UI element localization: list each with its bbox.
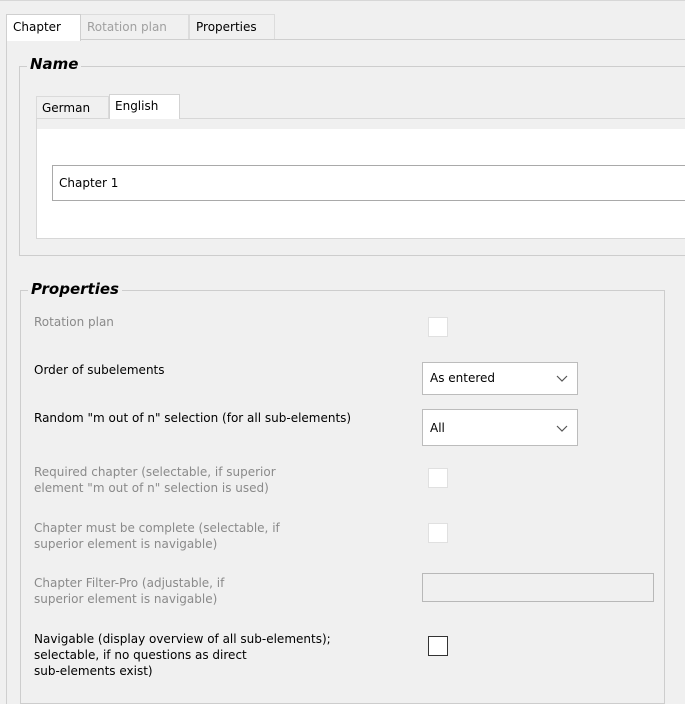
required-chapter-label: Required chapter (selectable, if superio… — [34, 464, 276, 496]
chapter-complete-label-line-1: Chapter must be complete (selectable, if — [34, 521, 280, 535]
navigable-label-line-1: Navigable (display overview of all sub-e… — [34, 632, 331, 646]
tab-rotation-plan[interactable]: Rotation plan — [81, 14, 189, 40]
tab-english[interactable]: English — [109, 94, 180, 119]
filter-pro-label-line-2: superior element is navigable) — [34, 592, 218, 606]
rotation-plan-label: Rotation plan — [34, 315, 114, 329]
tab-strip-line — [6, 39, 685, 40]
chapter-complete-checkbox[interactable] — [428, 523, 448, 543]
chevron-down-icon — [556, 425, 568, 432]
random-selection-value: All — [430, 421, 445, 435]
tab-german[interactable]: German — [36, 96, 109, 120]
chapter-name-input[interactable] — [52, 165, 685, 201]
window-top-border — [0, 0, 685, 1]
order-of-subelements-label: Order of subelements — [34, 363, 165, 377]
chapter-complete-label-line-2: superior element is navigable) — [34, 537, 218, 551]
window-left-border — [6, 14, 7, 704]
required-chapter-checkbox[interactable] — [428, 468, 448, 488]
required-chapter-label-line-1: Required chapter (selectable, if superio… — [34, 465, 276, 479]
chevron-down-icon — [556, 375, 568, 382]
filter-pro-label: Chapter Filter-Pro (adjustable, if super… — [34, 575, 224, 607]
tab-properties[interactable]: Properties — [189, 14, 275, 40]
tab-chapter[interactable]: Chapter — [6, 14, 81, 41]
navigable-label: Navigable (display overview of all sub-e… — [34, 631, 331, 679]
panel-header-strip — [37, 119, 685, 129]
tab-properties-label: Properties — [196, 20, 257, 34]
filter-pro-field[interactable] — [422, 573, 654, 602]
properties-group-title: Properties — [28, 280, 122, 298]
chapter-complete-label: Chapter must be complete (selectable, if… — [34, 520, 280, 552]
name-group-title: Name — [27, 55, 82, 73]
order-select-value: As entered — [430, 371, 496, 385]
rotation-plan-checkbox[interactable] — [428, 317, 448, 337]
random-selection-select[interactable]: All — [422, 409, 578, 446]
navigable-label-line-3: sub-elements exist) — [34, 664, 153, 678]
tab-english-label: English — [115, 99, 159, 113]
navigable-label-line-2: selectable, if no questions as direct — [34, 648, 247, 662]
navigable-checkbox[interactable] — [428, 636, 448, 656]
required-chapter-label-line-2: element "m out of n" selection is used) — [34, 481, 269, 495]
random-selection-label: Random "m out of n" selection (for all s… — [34, 411, 352, 425]
filter-pro-label-line-1: Chapter Filter-Pro (adjustable, if — [34, 576, 225, 590]
order-select[interactable]: As entered — [422, 362, 578, 395]
tab-german-label: German — [42, 101, 91, 115]
tab-rotation-plan-label: Rotation plan — [87, 20, 167, 34]
tab-chapter-label: Chapter — [13, 20, 61, 34]
